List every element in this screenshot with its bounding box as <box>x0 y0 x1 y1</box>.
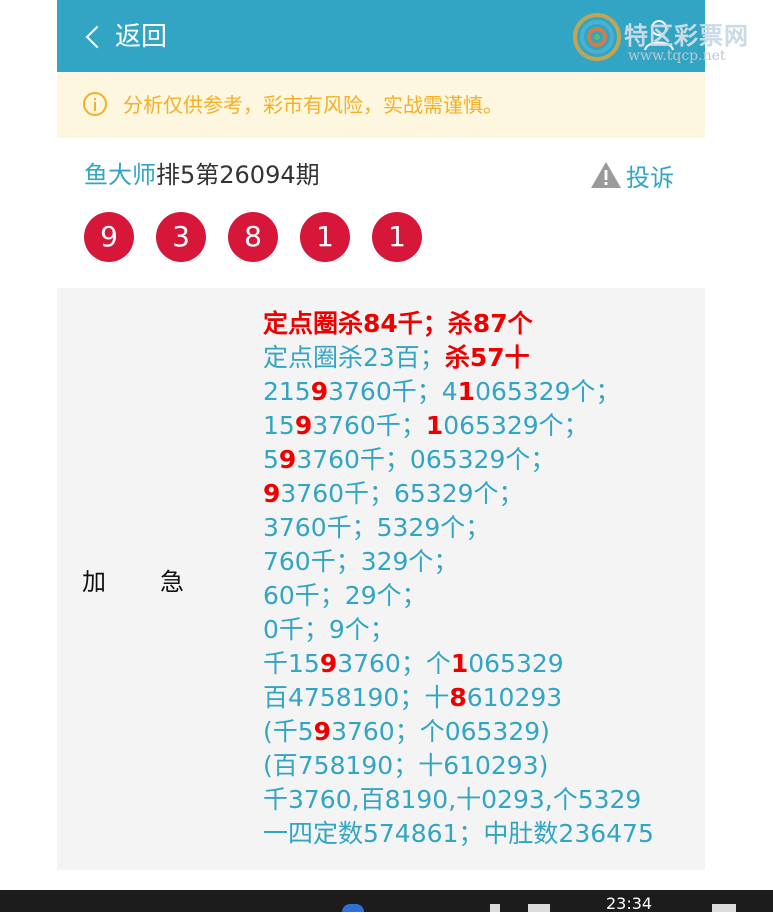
report-button[interactable]: 投诉 <box>590 157 674 193</box>
line-segment: 610293 <box>466 683 563 712</box>
back-label: 返回 <box>115 22 168 52</box>
analysis-line: (千593760；个065329) <box>263 715 654 749</box>
page-title: 鱼大师排5第26094期 <box>84 157 320 193</box>
report-label: 投诉 <box>626 163 674 192</box>
highlight-digit: 9 <box>310 377 329 406</box>
back-button[interactable]: 返回 <box>83 18 167 56</box>
line-segment: 千15 <box>263 649 320 678</box>
watermark-url: www.tqcp.net <box>628 48 726 64</box>
highlight-digit: 1 <box>425 411 444 440</box>
analysis-line: 千1593760；个1065329 <box>263 647 654 681</box>
number-ball: 1 <box>372 212 422 262</box>
info-icon <box>83 92 107 116</box>
line-segment: (千5 <box>263 717 314 746</box>
line-segment: 杀57十 <box>444 343 530 372</box>
highlight-digit: 9 <box>294 411 313 440</box>
draw-numbers: 9 3 8 1 1 <box>84 212 444 262</box>
line-segment: 215 <box>263 377 311 406</box>
os-taskbar <box>0 890 773 912</box>
line-segment: 百4758190；十 <box>263 683 450 712</box>
analysis-lines: 定点圈杀84千；杀87个 定点圈杀23百；杀57十 21593760千；4106… <box>263 307 654 851</box>
line-segment: 3760；个065329) <box>331 717 550 746</box>
watermark: 特区彩票网 www.tqcp.net <box>572 10 772 66</box>
analysis-line: 60千；29个； <box>263 581 427 610</box>
line-segment: 3760千；65329个； <box>280 479 524 508</box>
analysis-line: 百4758190；十8610293 <box>263 681 654 715</box>
category-label-right: 急 <box>160 568 184 596</box>
taskbar-app-icon[interactable] <box>528 904 550 912</box>
analysis-line: 千3760,百8190,十0293,个5329 <box>263 785 642 814</box>
taskbar-app-icon[interactable] <box>712 904 736 912</box>
analysis-line: 定点圈杀23百；杀57十 <box>263 341 654 375</box>
issue-label: 排5第26094期 <box>156 161 320 189</box>
line-segment: 3760千；065329个； <box>296 445 556 474</box>
line-segment: 3760千；4 <box>328 377 458 406</box>
taskbar-app-icon[interactable] <box>490 904 500 912</box>
analysis-line: 3760千；5329个； <box>263 513 491 542</box>
notice-text: 分析仅供参考，彩市有风险，实战需谨慎。 <box>123 93 503 117</box>
warning-icon <box>591 162 621 188</box>
author-link[interactable]: 鱼大师 <box>84 161 156 189</box>
chevron-left-icon <box>85 25 109 49</box>
line-segment: 3760；个 <box>337 649 451 678</box>
line-segment: 15 <box>263 411 295 440</box>
line-segment: 065329 <box>468 649 564 678</box>
analysis-line: 21593760千；41065329个； <box>263 375 654 409</box>
line-segment: 3760千； <box>312 411 426 440</box>
analysis-line: 定点圈杀84千；杀87个 <box>263 307 654 341</box>
number-ball: 1 <box>300 212 350 262</box>
taskbar-app-icon[interactable] <box>342 904 364 912</box>
highlight-digit: 1 <box>457 377 476 406</box>
analysis-line: 593760千；065329个； <box>263 443 654 477</box>
highlight-digit: 9 <box>319 649 338 678</box>
highlight-digit: 1 <box>450 649 469 678</box>
taskbar-clock: 23:34 <box>606 894 653 913</box>
highlight-digit: 9 <box>313 717 332 746</box>
analysis-line: 93760千；65329个； <box>263 477 654 511</box>
analysis-line: 1593760千；1065329个； <box>263 409 654 443</box>
analysis-line: 760千；329个； <box>263 547 459 576</box>
watermark-logo-icon <box>573 13 621 61</box>
line-segment: 065329个； <box>443 411 589 440</box>
highlight-digit: 9 <box>263 479 281 508</box>
line-segment: 杀87个 <box>447 309 533 338</box>
line-segment: 065329个； <box>475 377 621 406</box>
watermark-title: 特区彩票网 <box>624 22 749 50</box>
number-ball: 9 <box>84 212 134 262</box>
highlight-digit: 9 <box>278 445 297 474</box>
number-ball: 3 <box>156 212 206 262</box>
line-segment: 5 <box>263 445 279 474</box>
analysis-line: 一四定数574861；中肚数236475 <box>263 819 654 848</box>
line-segment: 定点圈杀84千； <box>263 309 448 338</box>
notice-banner: 分析仅供参考，彩市有风险，实战需谨慎。 <box>57 72 705 138</box>
analysis-line: 0千；9个； <box>263 615 395 644</box>
highlight-digit: 8 <box>449 683 467 712</box>
number-ball: 8 <box>228 212 278 262</box>
category-label-left: 加 <box>82 568 106 596</box>
analysis-line: (百758190；十610293) <box>263 751 549 780</box>
line-segment: 定点圈杀23百； <box>263 343 445 372</box>
